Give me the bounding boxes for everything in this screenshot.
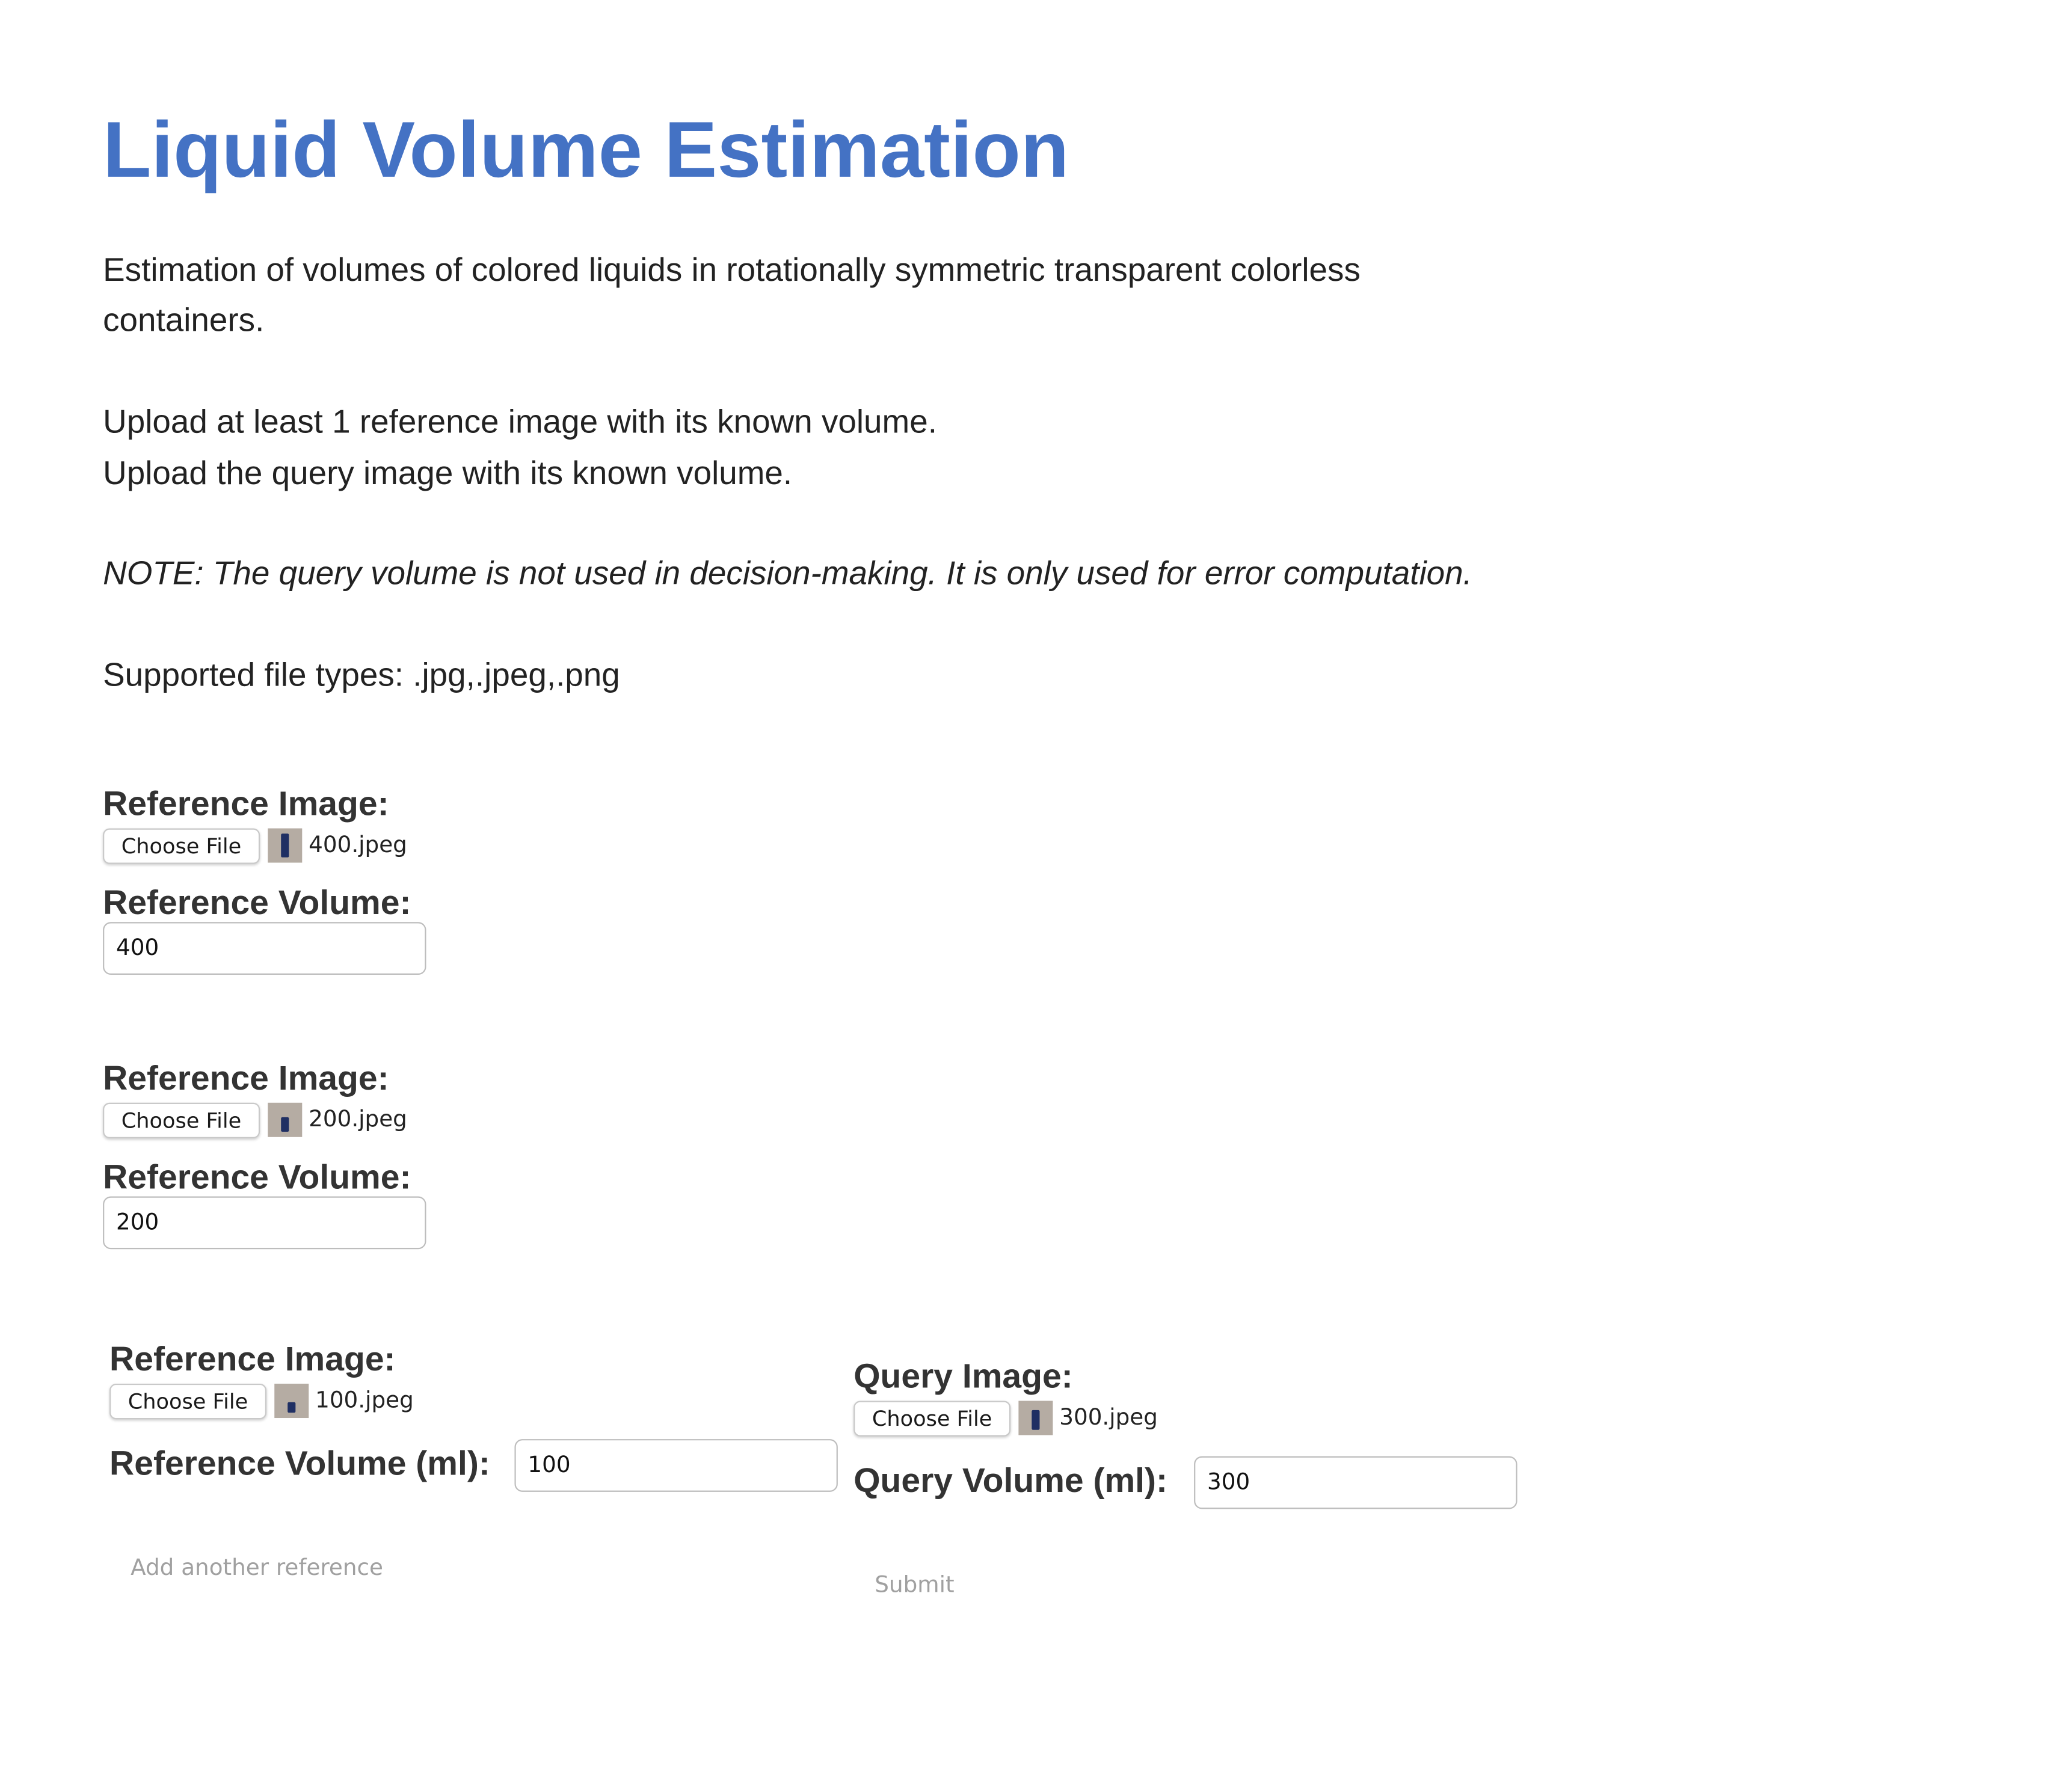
reference-volume-field-2: Reference Volume:: [103, 1157, 411, 1197]
file-name: 200.jpeg: [309, 1106, 407, 1134]
reference-volume-input[interactable]: [103, 922, 426, 975]
file-name: 400.jpeg: [309, 832, 407, 859]
image-thumbnail: [1018, 1401, 1053, 1435]
reference-instruction: Upload at least 1 reference image with i…: [103, 404, 937, 441]
supported-file-types: Supported file types: .jpg,.jpeg,.png: [103, 657, 620, 695]
submit-button[interactable]: Submit: [875, 1573, 954, 1599]
reference-volume-label: Reference Volume (ml):: [109, 1443, 490, 1483]
reference-volume-input[interactable]: [103, 1196, 426, 1250]
query-volume-input[interactable]: [1194, 1456, 1518, 1509]
reference-image-field-2: Reference Image: Choose File 200.jpeg: [103, 1058, 407, 1140]
reference-image-field-3: Reference Image: Choose File 100.jpeg: [109, 1339, 414, 1420]
reference-image-field-1: Reference Image: Choose File 400.jpeg: [103, 784, 407, 865]
intro-text: Estimation of volumes of colored liquids…: [103, 245, 1528, 752]
reference-volume-input[interactable]: [514, 1439, 838, 1492]
reference-volume-field-1: Reference Volume:: [103, 882, 411, 922]
description-text: Estimation of volumes of colored liquids…: [103, 251, 1361, 340]
query-image-field: Query Image: Choose File 300.jpeg: [853, 1356, 1158, 1438]
reference-image-label: Reference Image:: [103, 1058, 389, 1097]
note-text: NOTE: The query volume is not used in de…: [103, 556, 1472, 593]
file-picker: Choose File 400.jpeg: [103, 826, 407, 865]
choose-file-button[interactable]: Choose File: [103, 827, 260, 864]
file-name: 100.jpeg: [315, 1387, 414, 1414]
file-picker: Choose File 100.jpeg: [109, 1381, 414, 1421]
add-reference-button[interactable]: Add another reference: [131, 1555, 383, 1582]
query-volume-field: Query Volume (ml):: [853, 1460, 1167, 1500]
query-volume-label: Query Volume (ml):: [853, 1460, 1168, 1500]
file-picker: Choose File 300.jpeg: [853, 1398, 1158, 1438]
file-picker: Choose File 200.jpeg: [103, 1100, 407, 1140]
image-thumbnail: [274, 1383, 309, 1419]
query-instruction: Upload the query image with its known vo…: [103, 454, 793, 492]
page: Liquid Volume Estimation Estimation of v…: [0, 0, 2045, 1792]
reference-image-label: Reference Image:: [109, 1339, 396, 1379]
choose-file-button[interactable]: Choose File: [109, 1382, 266, 1419]
choose-file-button[interactable]: Choose File: [103, 1102, 260, 1138]
reference-volume-field-3: Reference Volume (ml):: [109, 1443, 490, 1483]
choose-file-button[interactable]: Choose File: [853, 1400, 1011, 1436]
instructions-text: Upload at least 1 reference image with i…: [103, 397, 1528, 499]
image-thumbnail: [268, 828, 303, 863]
query-image-label: Query Image:: [853, 1355, 1073, 1396]
page-title: Liquid Volume Estimation: [103, 105, 1069, 194]
reference-volume-label: Reference Volume:: [103, 882, 411, 922]
image-thumbnail: [268, 1102, 303, 1137]
reference-volume-label: Reference Volume:: [103, 1156, 411, 1197]
file-name: 300.jpeg: [1059, 1405, 1158, 1431]
reference-image-label: Reference Image:: [103, 783, 389, 823]
